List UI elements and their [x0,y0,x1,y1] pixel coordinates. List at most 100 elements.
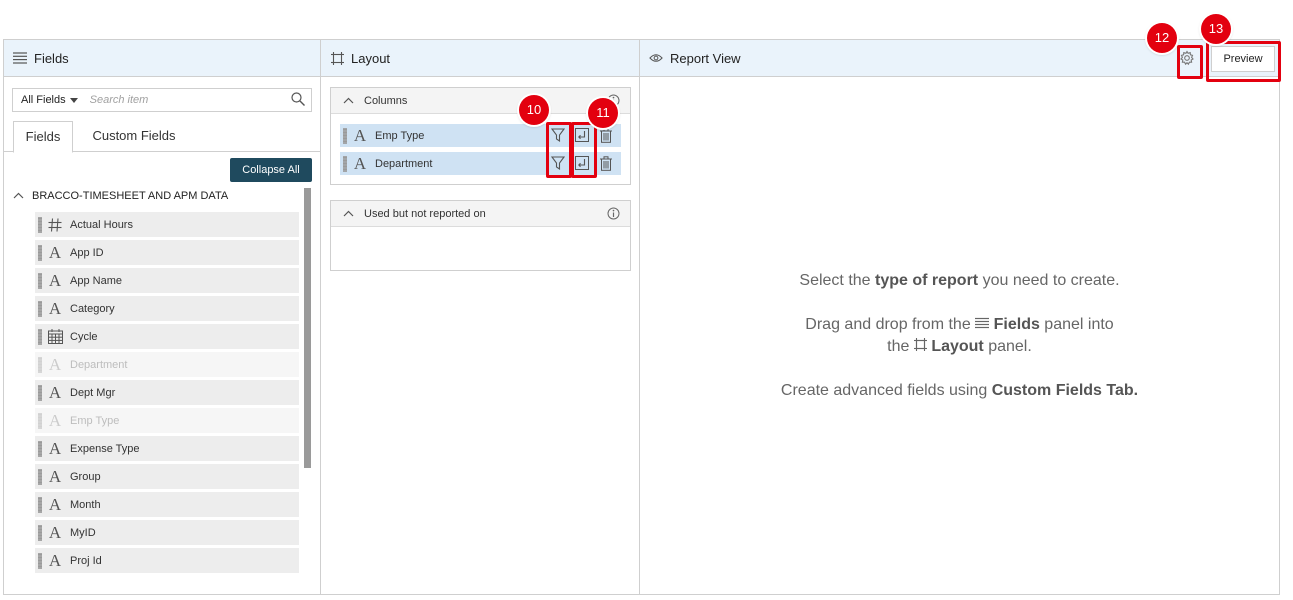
filter-icon[interactable] [549,126,567,144]
filter-icon[interactable] [549,154,567,172]
text-type-icon: A [48,522,62,542]
field-list-item[interactable]: A MyID [35,520,299,545]
field-label: App ID [70,246,104,259]
field-list-item[interactable]: A Month [35,492,299,517]
annotation-badge-10: 10 [519,95,549,125]
preview-button[interactable]: Preview [1211,46,1275,72]
text-type-icon: A [48,550,62,570]
text-type-icon: A [48,382,62,402]
drag-handle-icon[interactable] [38,328,42,345]
report-view-title: Report View [670,50,741,66]
layout-column-item[interactable]: A Department [340,152,621,175]
collapse-all-button[interactable]: Collapse All [230,158,312,182]
drag-handle-icon[interactable] [38,412,42,429]
list-icon [975,316,990,333]
trash-icon[interactable] [597,154,615,172]
field-list-item[interactable]: A Expense Type [35,436,299,461]
layout-panel-title: Layout [351,50,391,66]
columns-label: Columns [364,94,408,107]
drag-handle-icon[interactable] [38,468,42,485]
text-type-icon: A [48,438,62,458]
columns-box: Columns A Emp Type A Department [330,87,631,185]
drag-handle-icon[interactable] [38,552,42,569]
field-label: Department [70,358,128,371]
layout-column-item[interactable]: A Emp Type [340,124,621,147]
text-type-icon: A [48,242,62,262]
field-list-item[interactable]: A Proj Id [35,548,299,573]
report-msg-line-3: the Layout panel. [887,338,1032,355]
columns-box-header[interactable]: Columns [331,88,630,114]
trash-icon[interactable] [597,126,615,144]
field-label: Actual Hours [70,218,133,231]
info-icon[interactable] [607,207,620,223]
field-group-name: BRACCO-TIMESHEET AND APM DATA [32,190,229,202]
drag-handle-icon[interactable] [38,496,42,513]
annotation-badge-12: 12 [1147,23,1177,53]
field-list-item[interactable]: A Group [35,464,299,489]
chevron-up-icon [343,208,354,220]
field-group-header[interactable]: BRACCO-TIMESHEET AND APM DATA [13,190,228,202]
rename-icon[interactable] [573,126,591,144]
text-type-icon: A [48,466,62,486]
field-list-item[interactable]: Cycle [35,324,299,349]
field-label: Group [70,470,101,483]
layout-icon [913,338,927,355]
annotation-badge-11: 11 [588,98,618,128]
field-label: Cycle [70,330,98,343]
drag-handle-icon[interactable] [38,440,42,457]
field-label: App Name [70,274,122,287]
tab-fields[interactable]: Fields [13,121,73,153]
drag-handle-icon[interactable] [38,272,42,289]
caret-down-icon [69,97,78,103]
drag-handle-icon[interactable] [343,127,347,144]
eye-icon [649,51,663,65]
text-type-icon: A [48,354,62,374]
field-filter-dropdown[interactable]: All Fields [13,94,78,106]
text-type-icon: A [353,125,367,145]
drag-handle-icon[interactable] [38,524,42,541]
hash-icon [46,216,64,234]
field-list-item[interactable]: Actual Hours [35,212,299,237]
layout-icon [330,51,344,65]
field-label: MyID [70,526,96,539]
calendar-icon [46,328,64,346]
field-label: Month [70,498,101,511]
field-list-item[interactable]: A Dept Mgr [35,380,299,405]
field-label: Proj Id [70,554,102,567]
unreported-box-header[interactable]: Used but not reported on [331,201,630,227]
report-msg-line-2: Drag and drop from the Fields panel into [805,316,1114,333]
layout-panel-header: Layout [321,40,639,77]
fields-panel-header: Fields [4,40,320,77]
field-label: Dept Mgr [70,386,116,399]
report-msg-line-1: Select the type of report you need to cr… [799,272,1120,289]
rename-icon[interactable] [573,154,591,172]
chevron-up-icon [343,95,354,107]
report-msg-line-4: Create advanced fields using Custom Fiel… [780,382,1139,399]
text-type-icon: A [48,410,62,430]
drag-handle-icon[interactable] [38,384,42,401]
field-list-item[interactable]: A Emp Type [35,408,299,433]
gear-icon[interactable] [1179,50,1195,69]
drag-handle-icon[interactable] [38,216,42,233]
column-label: Department [375,157,433,170]
field-list-scrollbar[interactable] [304,188,311,468]
field-list-item[interactable]: A App ID [35,240,299,265]
column-actions [549,126,615,144]
tab-custom-fields[interactable]: Custom Fields [84,121,184,151]
drag-handle-icon[interactable] [38,356,42,373]
fields-tabs: Fields Custom Fields [4,121,320,153]
unreported-box: Used but not reported on [330,200,631,271]
search-input[interactable] [87,93,282,107]
text-type-icon: A [48,270,62,290]
text-type-icon: A [48,494,62,514]
field-list-item[interactable]: A Category [35,296,299,321]
field-label: Expense Type [70,442,140,455]
field-filter-label: All Fields [21,94,66,106]
search-icon[interactable] [291,92,305,109]
drag-handle-icon[interactable] [38,300,42,317]
field-list-item[interactable]: A App Name [35,268,299,293]
field-list-item[interactable]: A Department [35,352,299,377]
drag-handle-icon[interactable] [343,155,347,172]
drag-handle-icon[interactable] [38,244,42,261]
column-label: Emp Type [375,129,425,142]
